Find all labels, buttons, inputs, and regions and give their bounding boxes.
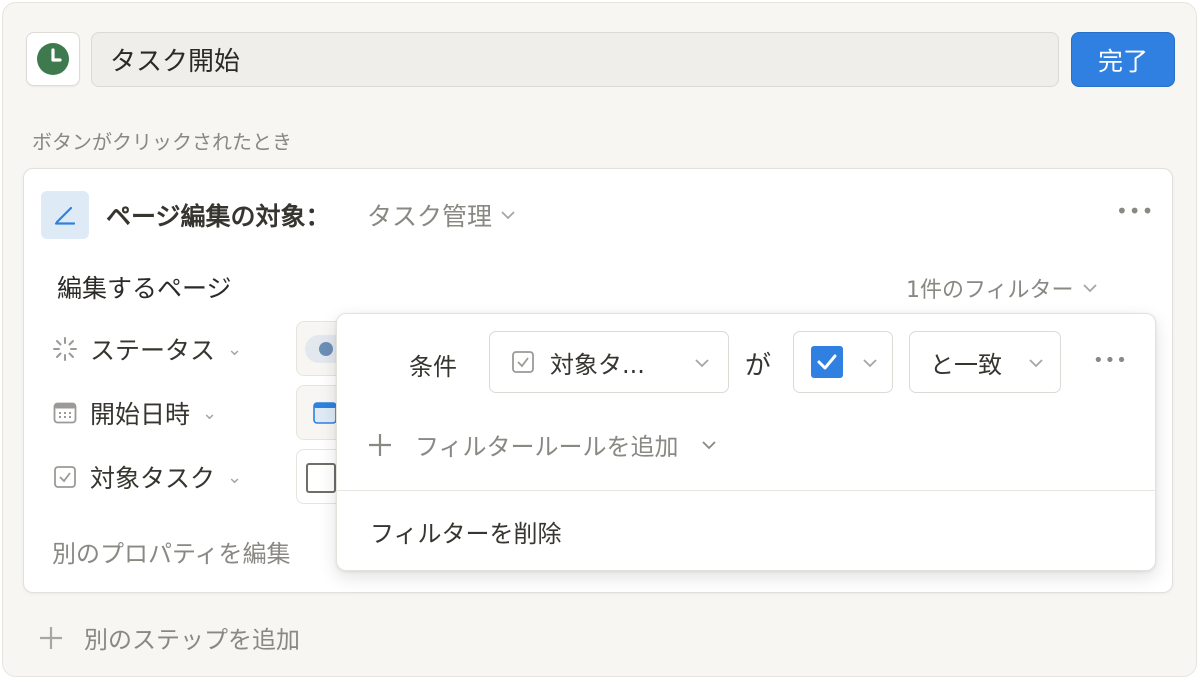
edit-pages-label: 編集するページ (57, 274, 232, 303)
done-button[interactable]: 完了 (1071, 32, 1175, 87)
chevron-down-icon: ⌄ (227, 338, 243, 360)
chevron-down-icon (701, 440, 716, 449)
step-title: ページ編集の対象： (106, 202, 331, 231)
checkbox-icon (306, 463, 336, 493)
plus-icon (369, 433, 391, 456)
filter-count-label: 1件のフィルター (906, 278, 1074, 303)
checked-checkbox-icon (811, 346, 843, 378)
condition-label: 条件 (409, 353, 457, 381)
edit-step-icon-box (41, 191, 89, 239)
add-step-label: 別のステップを追加 (84, 626, 300, 654)
icon-picker-button[interactable] (26, 32, 80, 86)
chevron-down-icon (1029, 359, 1043, 368)
filter-rule-more-button[interactable]: ••• (1093, 350, 1128, 371)
calendar-icon (53, 402, 77, 424)
checkbox-icon (54, 466, 76, 488)
chevron-down-icon (695, 359, 709, 368)
step-more-button[interactable]: ••• (1116, 199, 1154, 223)
add-step-button[interactable]: 別のステップを追加 (38, 620, 300, 655)
property-label: ステータス (90, 336, 216, 365)
property-label: 開始日時 (90, 400, 191, 429)
filter-property-select[interactable]: 対象タ... (489, 331, 729, 393)
condition-connector: が (745, 351, 772, 381)
popover-divider (337, 490, 1155, 491)
filter-operator-label: と一致 (930, 350, 1002, 379)
add-filter-rule-button[interactable]: フィルタールールを追加 (367, 427, 717, 462)
property-row-start-date[interactable]: 開始日時 ⌄ (52, 395, 217, 431)
filter-value-select[interactable] (793, 331, 893, 393)
chevron-down-icon (501, 211, 515, 220)
filter-property-label: 対象タ... (550, 350, 645, 379)
pencil-icon (54, 206, 76, 225)
filter-popover: 条件 対象タ... が と一致 ••• フィルタールールを追加 フィルターを削除 (336, 313, 1156, 571)
automation-name-input[interactable]: タスク開始 (91, 32, 1059, 87)
checkbox-icon (512, 351, 534, 373)
chevron-down-icon (863, 359, 877, 368)
filter-count-button[interactable]: 1件のフィルター (906, 272, 1098, 304)
edit-another-property-button[interactable]: 別のプロパティを編集 (52, 534, 291, 569)
property-row-status[interactable]: ステータス ⌄ (52, 331, 242, 367)
plus-icon (40, 626, 62, 649)
add-filter-rule-label: フィルタールールを追加 (415, 433, 679, 461)
trigger-label: ボタンがクリックされたとき (32, 130, 292, 154)
target-database-label: タスク管理 (367, 202, 493, 231)
filter-operator-select[interactable]: と一致 (909, 331, 1061, 393)
calendar-icon (313, 402, 337, 424)
property-row-target-task[interactable]: 対象タスク ⌄ (52, 459, 242, 495)
chevron-down-icon: ⌄ (227, 466, 243, 488)
clock-icon (37, 43, 69, 75)
target-database-select[interactable]: タスク管理 (367, 197, 516, 233)
delete-filter-button[interactable]: フィルターを削除 (370, 514, 562, 549)
chevron-down-icon: ⌄ (202, 402, 218, 424)
status-icon (53, 337, 77, 361)
chevron-down-icon (1082, 284, 1097, 293)
property-label: 対象タスク (90, 464, 216, 493)
